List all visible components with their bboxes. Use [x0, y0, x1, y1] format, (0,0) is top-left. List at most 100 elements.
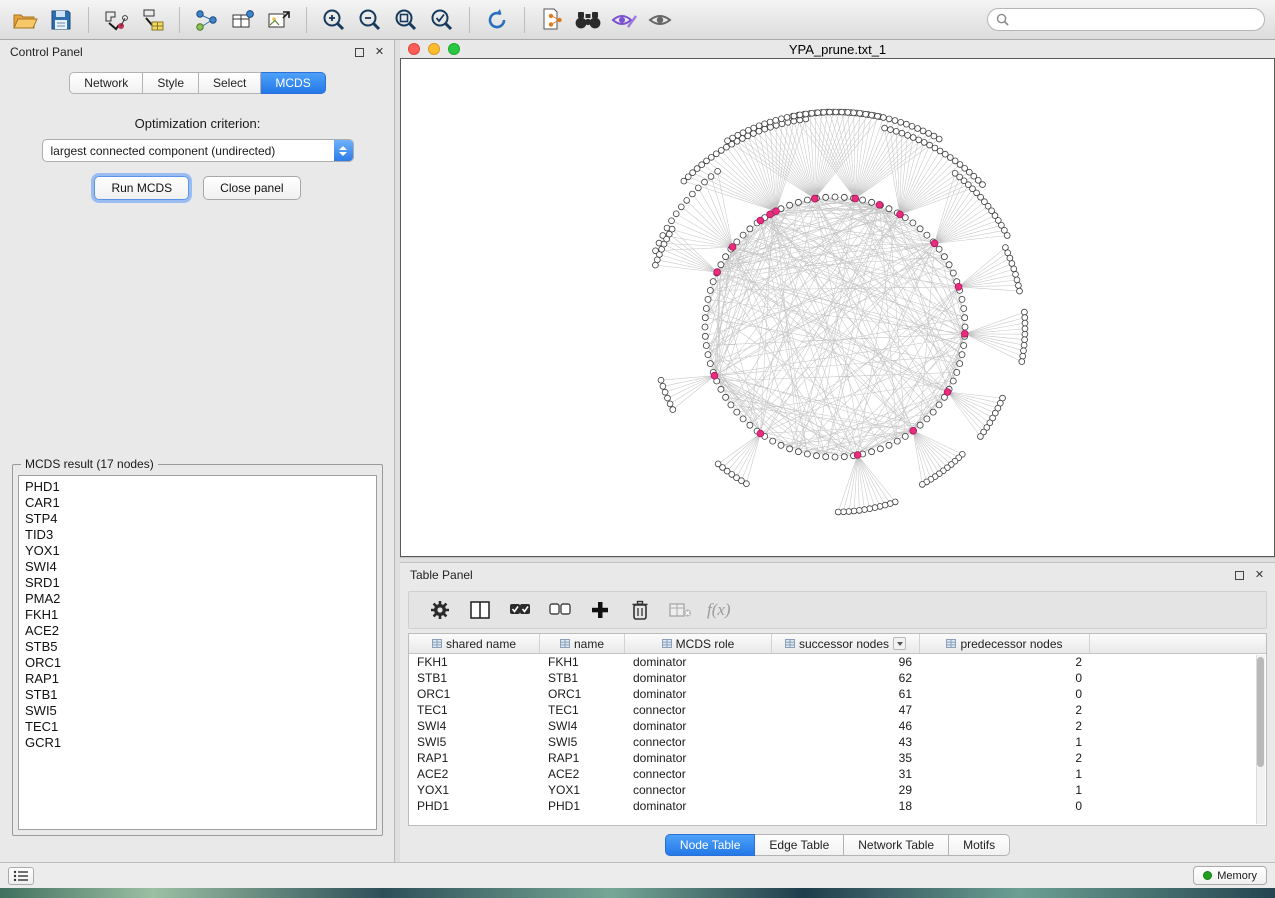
- zoom-out-button[interactable]: [355, 5, 385, 35]
- select-all-button[interactable]: [507, 597, 533, 623]
- result-item[interactable]: RAP1: [25, 671, 376, 687]
- new-network-button[interactable]: [192, 5, 222, 35]
- save-icon: [50, 9, 72, 31]
- column-grid-icon: [946, 639, 956, 648]
- result-item[interactable]: STB5: [25, 639, 376, 655]
- tab-style[interactable]: Style: [143, 72, 199, 94]
- result-item[interactable]: PHD1: [25, 479, 376, 495]
- tab-select[interactable]: Select: [199, 72, 261, 94]
- float-panel-icon[interactable]: [354, 47, 365, 58]
- zoom-in-button[interactable]: [319, 5, 349, 35]
- toolbar-separator: [524, 7, 525, 33]
- result-item[interactable]: STB1: [25, 687, 376, 703]
- table-cell: connector: [625, 734, 772, 750]
- toolbar-separator: [469, 7, 470, 33]
- result-item[interactable]: GCR1: [25, 735, 376, 751]
- table-cell: 2: [920, 718, 1090, 734]
- table-row[interactable]: ORC1ORC1dominator610: [409, 686, 1266, 702]
- result-item[interactable]: ACE2: [25, 623, 376, 639]
- delete-column-button[interactable]: [627, 597, 653, 623]
- find-button[interactable]: [573, 5, 603, 35]
- column-header-predecessor-nodes[interactable]: predecessor nodes: [920, 634, 1090, 653]
- add-column-button[interactable]: [587, 597, 613, 623]
- tab-mcds[interactable]: MCDS: [261, 72, 325, 94]
- result-item[interactable]: SWI5: [25, 703, 376, 719]
- task-history-button[interactable]: [8, 867, 34, 885]
- table-row[interactable]: SWI5SWI5connector431: [409, 734, 1266, 750]
- column-header-MCDS-role[interactable]: MCDS role: [625, 634, 772, 653]
- network-table-button[interactable]: [228, 5, 258, 35]
- table-cell: connector: [625, 782, 772, 798]
- result-item[interactable]: ORC1: [25, 655, 376, 671]
- table-cell: FKH1: [409, 654, 540, 670]
- function-builder-button[interactable]: f(x): [707, 600, 731, 620]
- criterion-dropdown[interactable]: largest connected component (undirected): [42, 139, 354, 162]
- table-row[interactable]: FKH1FKH1dominator962: [409, 654, 1266, 670]
- zoom-selected-button[interactable]: [427, 5, 457, 35]
- annotate-button[interactable]: [609, 5, 639, 35]
- table-tab-edge-table[interactable]: Edge Table: [755, 834, 844, 856]
- table-tab-node-table[interactable]: Node Table: [665, 834, 756, 856]
- table-settings-button[interactable]: [427, 597, 453, 623]
- table-row[interactable]: TEC1TEC1connector472: [409, 702, 1266, 718]
- global-search-box[interactable]: [987, 8, 1265, 31]
- apply-layout-button[interactable]: [482, 5, 512, 35]
- table-cell: ACE2: [540, 766, 625, 782]
- open-file-button[interactable]: [10, 5, 40, 35]
- show-columns-button[interactable]: [467, 597, 493, 623]
- memory-label: Memory: [1217, 870, 1257, 882]
- column-header-shared-name[interactable]: shared name: [409, 634, 540, 653]
- column-header-name[interactable]: name: [540, 634, 625, 653]
- show-hide-button[interactable]: [645, 5, 675, 35]
- table-cell: 18: [772, 798, 920, 814]
- result-item[interactable]: TEC1: [25, 719, 376, 735]
- result-item[interactable]: SRD1: [25, 575, 376, 591]
- memory-button[interactable]: Memory: [1193, 866, 1267, 885]
- table-row[interactable]: ACE2ACE2connector311: [409, 766, 1266, 782]
- table-cell: PHD1: [540, 798, 625, 814]
- result-item[interactable]: PMA2: [25, 591, 376, 607]
- import-network-button[interactable]: [101, 5, 131, 35]
- control-panel: Control Panel ✕ NetworkStyleSelectMCDS O…: [0, 40, 400, 862]
- result-item[interactable]: CAR1: [25, 495, 376, 511]
- network-canvas[interactable]: [400, 58, 1275, 557]
- table-scrollbar-thumb[interactable]: [1257, 657, 1264, 767]
- gear-icon: [429, 599, 451, 621]
- table-row[interactable]: SWI4SWI4dominator462: [409, 718, 1266, 734]
- result-item[interactable]: SWI4: [25, 559, 376, 575]
- float-panel-icon[interactable]: [1234, 570, 1245, 581]
- table-tab-motifs[interactable]: Motifs: [949, 834, 1010, 856]
- table-scrollbar[interactable]: [1256, 655, 1265, 824]
- right-column: YPA_prune.txt_1 Table Panel: [400, 40, 1275, 862]
- table-cell: 0: [920, 686, 1090, 702]
- deselect-all-button[interactable]: [547, 597, 573, 623]
- table-row[interactable]: PHD1PHD1dominator180: [409, 798, 1266, 814]
- table-tab-network-table[interactable]: Network Table: [844, 834, 949, 856]
- tab-network[interactable]: Network: [69, 72, 143, 94]
- table-row[interactable]: YOX1YOX1connector291: [409, 782, 1266, 798]
- table-cell: RAP1: [409, 750, 540, 766]
- mcds-result-list[interactable]: PHD1CAR1STP4TID3YOX1SWI4SRD1PMA2FKH1ACE2…: [18, 475, 377, 830]
- import-table-button[interactable]: [137, 5, 167, 35]
- search-input[interactable]: [1014, 13, 1256, 27]
- zoom-in-icon: [321, 7, 347, 33]
- result-item[interactable]: TID3: [25, 527, 376, 543]
- result-item[interactable]: YOX1: [25, 543, 376, 559]
- save-session-button[interactable]: [46, 5, 76, 35]
- table-row[interactable]: RAP1RAP1dominator352: [409, 750, 1266, 766]
- close-panel-button[interactable]: Close panel: [203, 176, 300, 200]
- network-table-icon: [230, 8, 256, 32]
- copy-style-button[interactable]: [537, 5, 567, 35]
- column-header-successor-nodes[interactable]: successor nodes: [772, 634, 920, 653]
- table-row[interactable]: STB1STB1dominator620: [409, 670, 1266, 686]
- close-panel-icon[interactable]: ✕: [374, 47, 385, 58]
- close-panel-icon[interactable]: ✕: [1254, 570, 1265, 581]
- clear-table-button[interactable]: [667, 597, 693, 623]
- result-item[interactable]: STP4: [25, 511, 376, 527]
- table-cell: ORC1: [409, 686, 540, 702]
- zoom-fit-button[interactable]: [391, 5, 421, 35]
- run-mcds-button[interactable]: Run MCDS: [94, 176, 189, 200]
- result-item[interactable]: FKH1: [25, 607, 376, 623]
- export-image-button[interactable]: [264, 5, 294, 35]
- sort-dropdown-icon[interactable]: [893, 637, 906, 650]
